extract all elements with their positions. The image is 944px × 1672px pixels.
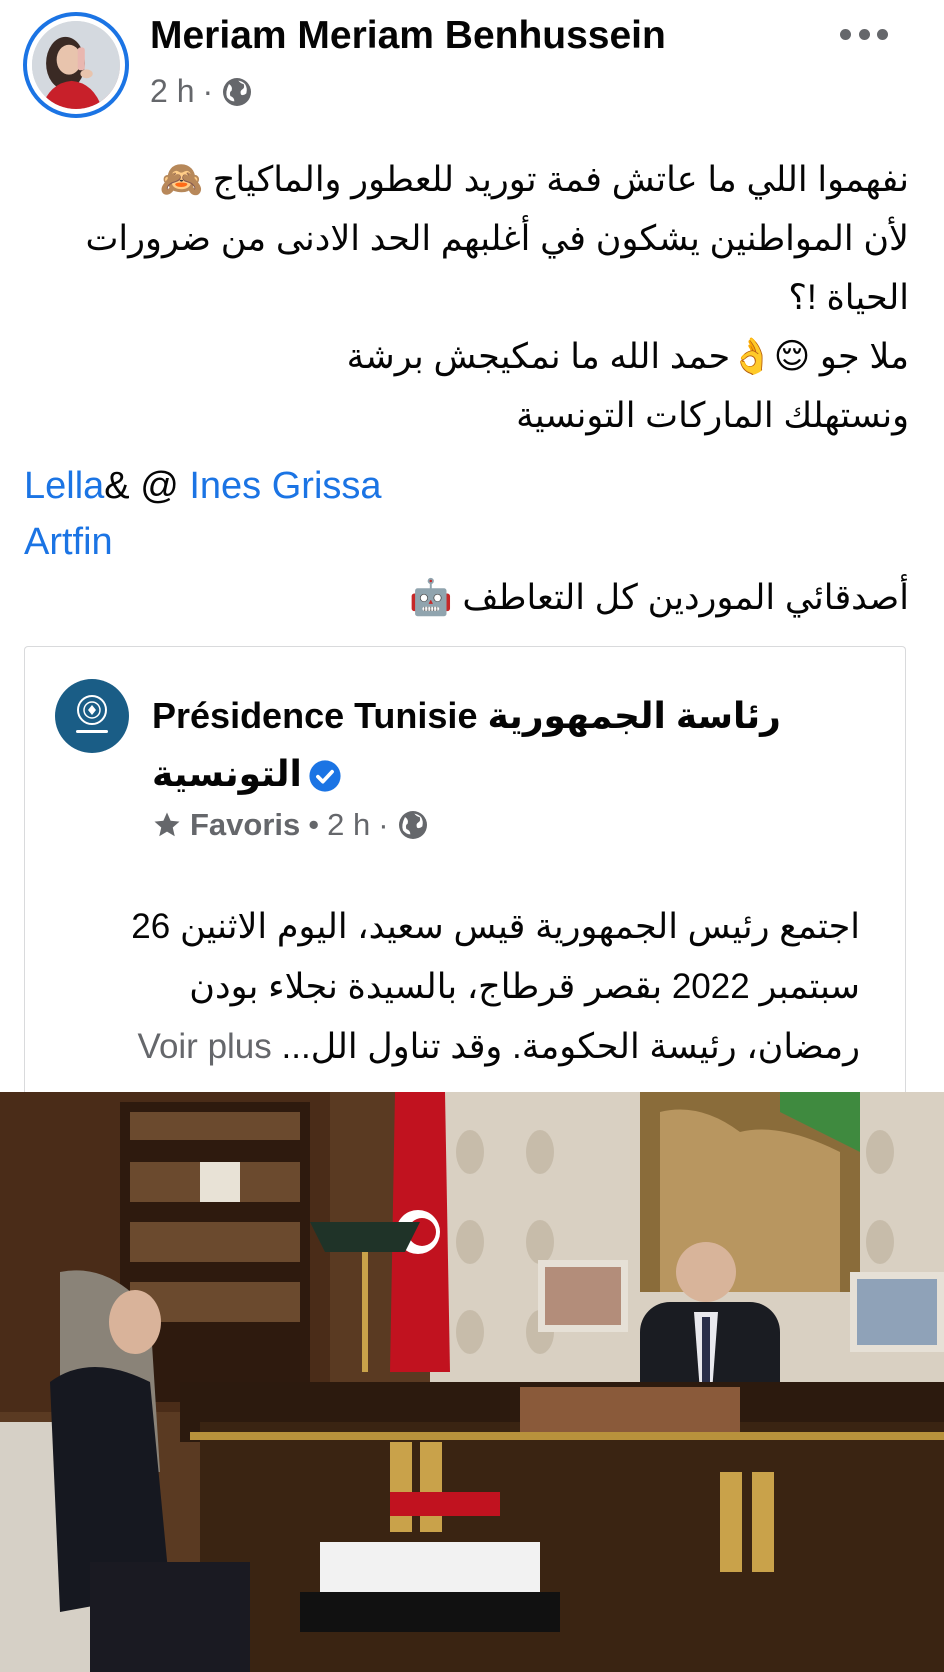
shared-post-photo[interactable] bbox=[0, 1092, 944, 1672]
shared-page-name[interactable]: Présidence Tunisie رئاسة الجمهورية التون… bbox=[152, 687, 812, 803]
more-dot bbox=[858, 28, 870, 40]
post-line: لأن المواطنين يشكون في أغلبهم الحد الادن… bbox=[85, 219, 909, 258]
post-header: Meriam Meriam Benhussein 2 h · bbox=[0, 0, 944, 125]
mention-artfin[interactable]: Artfin bbox=[24, 521, 113, 563]
globe-icon[interactable] bbox=[397, 809, 429, 841]
verified-icon bbox=[309, 760, 341, 793]
more-dot bbox=[877, 28, 888, 40]
shared-time[interactable]: 2 h bbox=[327, 807, 370, 843]
meta-separator: · bbox=[378, 807, 389, 842]
office-meeting-photo bbox=[0, 1092, 944, 1672]
shared-post-card[interactable]: Présidence Tunisie رئاسة الجمهورية التون… bbox=[24, 646, 906, 1096]
post-text: نفهموا اللي ما عاتش فمة توريد للعطور وال… bbox=[24, 150, 909, 445]
meta-separator: · bbox=[202, 73, 214, 109]
author-name[interactable]: Meriam Meriam Benhussein bbox=[150, 14, 666, 58]
author-avatar[interactable] bbox=[23, 12, 129, 118]
more-options-icon[interactable] bbox=[840, 22, 888, 46]
post-line: ملا جو 😌👌حمد الله ما نمكيجش برشة bbox=[346, 337, 909, 376]
avatar-image bbox=[32, 21, 120, 109]
friends-line: أصدقائي الموردين كل التعاطف 🤖 bbox=[409, 578, 909, 617]
meta-dot: • bbox=[308, 807, 320, 842]
more-dot bbox=[840, 28, 851, 40]
shared-line: سبتمبر 2022 بقصر قرطاج، بالسيدة نجلاء بو… bbox=[189, 967, 860, 1006]
post-line: نفهموا اللي ما عاتش فمة توريد للعطور وال… bbox=[159, 160, 909, 199]
shared-name-arabic: التونسية bbox=[152, 753, 302, 794]
shared-text: اجتمع رئيس الجمهورية قيس سعيد، اليوم الا… bbox=[105, 897, 860, 1077]
post-line: الحياة !؟ bbox=[788, 278, 909, 317]
mention-lella[interactable]: Lella bbox=[24, 465, 104, 507]
shared-line: رمضان، رئيسة الحكومة. وقد تناول الل... V… bbox=[105, 1017, 860, 1077]
see-more-link[interactable]: Voir plus bbox=[138, 1027, 272, 1066]
post-time[interactable]: 2 h bbox=[150, 73, 194, 110]
shared-name-line: Présidence Tunisie رئاسة الجمهورية bbox=[152, 695, 781, 736]
shared-meta: Favoris • 2 h · bbox=[152, 807, 429, 843]
shared-page-avatar[interactable] bbox=[55, 679, 129, 753]
shared-line-text: رمضان، رئيسة الحكومة. وقد تناول الل... bbox=[281, 1027, 860, 1066]
post-meta: 2 h · bbox=[150, 73, 253, 110]
seal-icon bbox=[76, 695, 108, 733]
shared-name-line-2: التونسية bbox=[152, 745, 812, 803]
mention-separator: & @ bbox=[104, 465, 179, 507]
shared-line: اجتمع رئيس الجمهورية قيس سعيد، اليوم الا… bbox=[131, 907, 860, 946]
mentions: Lella& @ Ines Grissa Artfin bbox=[24, 458, 382, 570]
mention-ines-grissa[interactable]: Ines Grissa bbox=[189, 465, 381, 507]
favoris-label: Favoris bbox=[190, 807, 301, 842]
post-line: ونستهلك الماركات التونسية bbox=[516, 396, 909, 435]
globe-icon[interactable] bbox=[221, 76, 253, 108]
star-icon bbox=[154, 812, 180, 837]
avatar-photo bbox=[32, 21, 120, 109]
